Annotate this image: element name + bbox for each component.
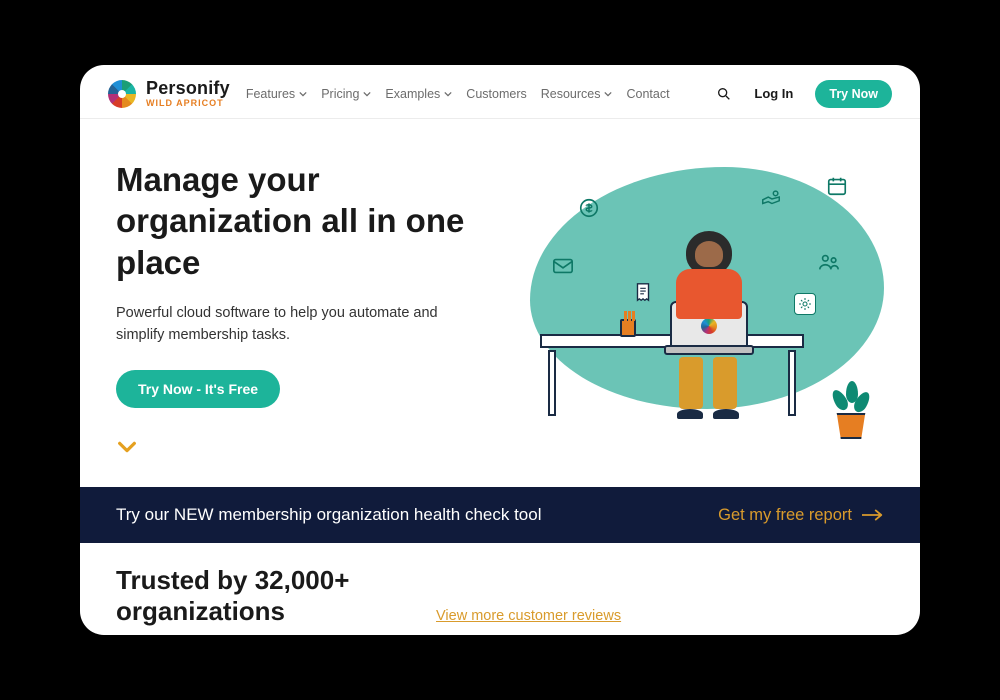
main-nav: Features Pricing Examples Customers Reso…: [246, 87, 670, 101]
brand-wheel-icon: [108, 80, 136, 108]
trusted-section: Trusted by 32,000+ organizations View mo…: [80, 543, 920, 635]
hero-subtitle: Powerful cloud software to help you auto…: [116, 303, 456, 347]
nav-label: Pricing: [321, 87, 359, 101]
site-header: Personify WILD APRICOT Features Pricing …: [80, 65, 920, 119]
customer-reviews-link[interactable]: View more customer reviews: [436, 608, 621, 628]
arrow-right-icon: [862, 508, 884, 522]
banner-cta-label: Get my free report: [718, 506, 852, 525]
nav-resources[interactable]: Resources: [541, 87, 613, 101]
dollar-icon: [578, 197, 600, 219]
nav-label: Customers: [466, 87, 526, 101]
health-check-banner: Try our NEW membership organization heal…: [80, 487, 920, 543]
brand-logo[interactable]: Personify WILD APRICOT: [108, 79, 230, 108]
nav-examples[interactable]: Examples: [385, 87, 452, 101]
chevron-down-icon: [444, 90, 452, 98]
try-now-button[interactable]: Try Now: [815, 80, 892, 108]
banner-cta-link[interactable]: Get my free report: [718, 506, 884, 525]
search-icon[interactable]: [716, 86, 732, 102]
receipt-icon: [632, 281, 654, 303]
banner-text: Try our NEW membership organization heal…: [116, 505, 698, 525]
nav-pricing[interactable]: Pricing: [321, 87, 371, 101]
nav-contact[interactable]: Contact: [626, 87, 669, 101]
gear-icon: [794, 293, 816, 315]
nav-label: Features: [246, 87, 295, 101]
trusted-title: Trusted by 32,000+ organizations: [116, 565, 416, 627]
nav-features[interactable]: Features: [246, 87, 307, 101]
hero-section: Manage your organization all in one plac…: [80, 119, 920, 487]
login-link[interactable]: Log In: [754, 86, 793, 101]
people-icon: [818, 251, 840, 273]
chevron-down-icon: [299, 90, 307, 98]
nav-label: Contact: [626, 87, 669, 101]
mail-icon: [552, 255, 574, 277]
hero-cta-button[interactable]: Try Now - It's Free: [116, 370, 280, 408]
scroll-down-icon[interactable]: [116, 436, 500, 463]
nav-customers[interactable]: Customers: [466, 87, 526, 101]
hand-icon: [760, 187, 782, 209]
nav-label: Resources: [541, 87, 601, 101]
page-frame: Personify WILD APRICOT Features Pricing …: [80, 65, 920, 635]
chevron-down-icon: [363, 90, 371, 98]
nav-label: Examples: [385, 87, 440, 101]
hero-title: Manage your organization all in one plac…: [116, 159, 500, 283]
calendar-icon: [826, 175, 848, 197]
brand-name: Personify: [146, 79, 230, 97]
hero-illustration: [520, 159, 884, 463]
chevron-down-icon: [604, 90, 612, 98]
brand-subname: WILD APRICOT: [146, 99, 230, 108]
